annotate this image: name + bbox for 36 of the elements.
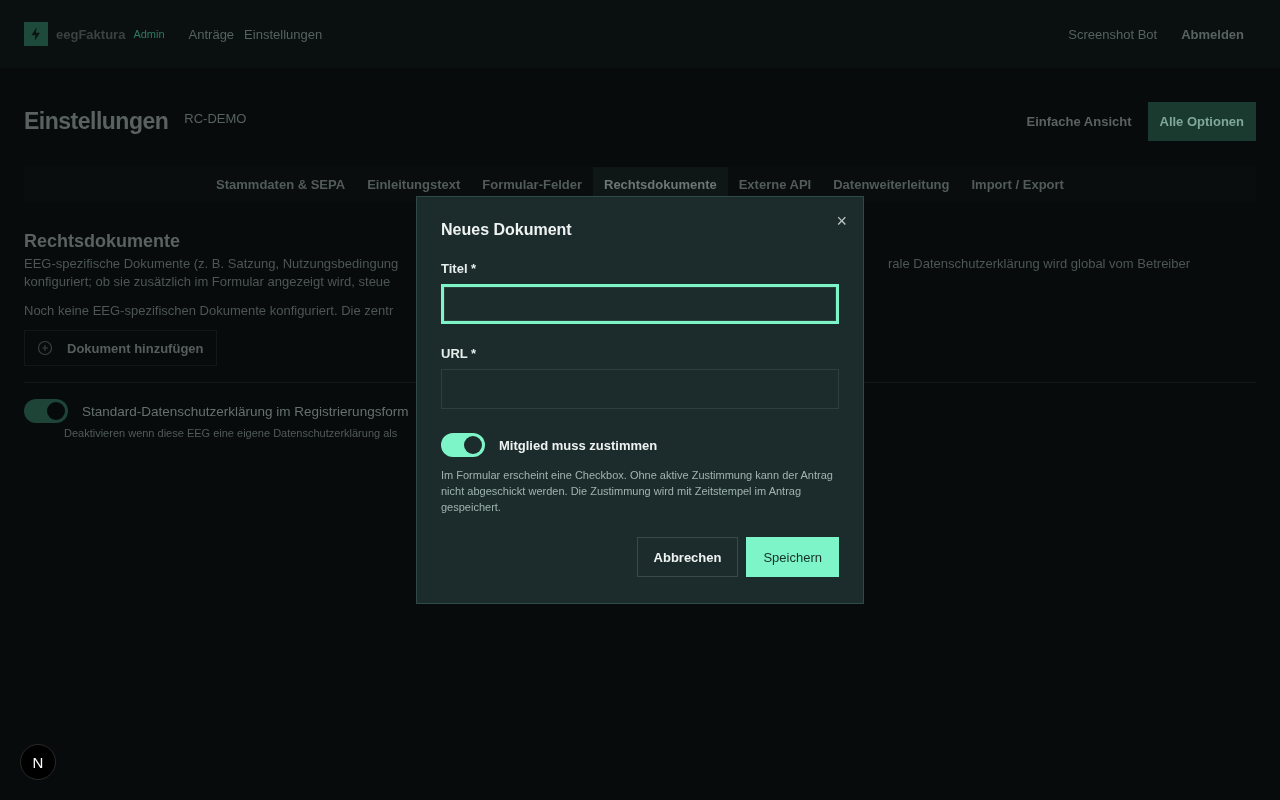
tab[interactable]: Stammdaten & SEPA xyxy=(205,167,357,201)
dev-badge[interactable]: N xyxy=(20,744,56,780)
tab[interactable]: Import / Export xyxy=(960,167,1075,201)
toggle-switch[interactable] xyxy=(24,399,68,423)
add-document-button[interactable]: Dokument hinzufügen xyxy=(24,330,217,366)
toggle-label: Mitglied muss zustimmen xyxy=(499,437,658,453)
field-label: URL * xyxy=(441,346,478,361)
tenant-label: RC-DEMO xyxy=(184,110,247,126)
description-text: rale Datenschutzerklärung wird global vom Betreiber xyxy=(888,256,1192,271)
save-button[interactable]: Speichern xyxy=(746,537,839,577)
nav-link[interactable]: Anträge xyxy=(188,26,235,42)
dialog-title: Neues Dokument xyxy=(441,221,572,239)
toggle-switch[interactable] xyxy=(441,433,485,457)
cancel-button[interactable]: Abbrechen xyxy=(636,537,739,577)
view-button[interactable]: Einfache Ansicht xyxy=(1014,101,1144,141)
empty-note: Noch keine EEG-spezifischen Dokumente konfiguriert. Die zentr xyxy=(24,303,395,318)
toggle-label: Standard-Datenschutzerklärung im Registrierungsform xyxy=(82,403,409,419)
role-label: Admin xyxy=(133,28,165,40)
toggle-hint: Deaktivieren wenn diese EEG eine eigene Datenschutzerklärung als xyxy=(64,427,398,439)
tab[interactable]: Datenweiterleitung xyxy=(822,167,961,201)
help-text: Im Formular erscheint eine Checkbox. Ohne aktive Zustimmung kann der Antrag nicht abgeschickt werden. Die Zustimmung wird mit Zeitstempel im Antrag gespeichert. xyxy=(441,468,834,515)
tab[interactable]: Einleitungstext xyxy=(356,167,472,201)
nav-link[interactable]: Einstellungen xyxy=(244,26,323,42)
field-label: Titel * xyxy=(441,261,478,276)
close-button[interactable]: × xyxy=(836,211,847,231)
description-text: konfiguriert; ob sie zusätzlich im Formular angezeigt wird, steue xyxy=(24,274,392,289)
bolt-icon xyxy=(24,22,48,46)
user-name: Screenshot Bot xyxy=(1068,26,1158,42)
tab[interactable]: Externe API xyxy=(727,167,823,201)
page-title: Einstellungen xyxy=(24,107,169,135)
description-text: EEG-spezifische Dokumente (z. B. Satzung, Nutzungsbedingung xyxy=(24,256,400,271)
section-title: Rechtsdokumente xyxy=(24,231,182,252)
logout-link[interactable]: Abmelden xyxy=(1181,26,1244,42)
view-button[interactable]: Alle Optionen xyxy=(1147,101,1256,141)
plus-circle-icon xyxy=(37,340,53,356)
tab[interactable]: Formular-Felder xyxy=(471,167,593,201)
